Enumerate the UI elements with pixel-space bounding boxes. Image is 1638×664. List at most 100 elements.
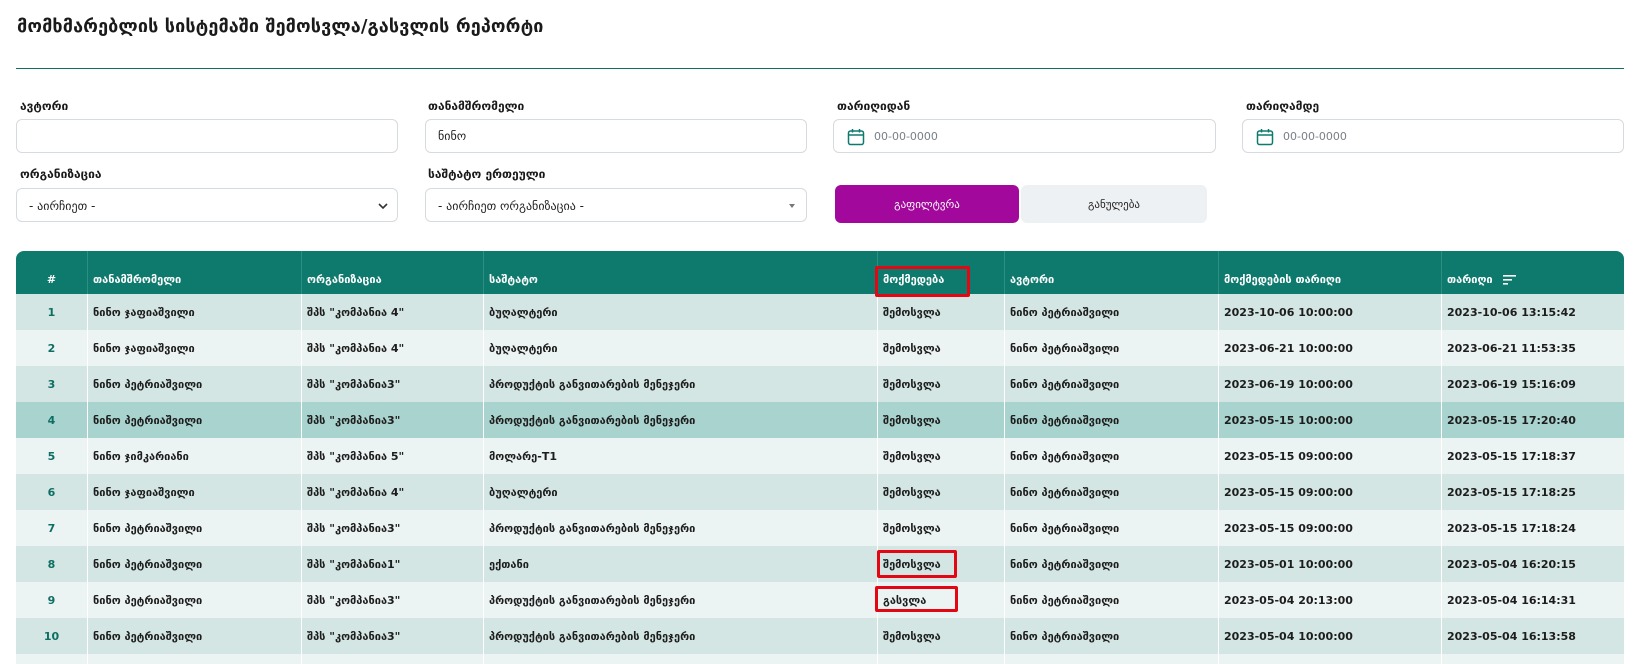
cell-action-date: 2023-06-21 10:00:00 <box>1219 330 1442 366</box>
cell-empty <box>1219 654 1442 664</box>
clear-button[interactable]: განულება <box>1021 185 1207 223</box>
cell-number: 1 <box>16 294 88 330</box>
cell-staff: პროდუქტის განვითარების მენეჯერი <box>484 510 878 546</box>
page-title: მომხმარებლის სისტემაში შემოსვლა/გასვლის … <box>17 16 544 37</box>
cell-author: ნინო პეტრიაშვილი <box>1005 402 1219 438</box>
cell-action-date: 2023-05-04 20:13:00 <box>1219 582 1442 618</box>
cell-empty <box>16 654 88 664</box>
cell-empty <box>878 654 1005 664</box>
employee-input[interactable] <box>425 119 807 153</box>
cell-employee: ნინო პეტრიაშვილი <box>88 366 302 402</box>
cell-date: 2023-06-21 11:53:35 <box>1442 330 1624 366</box>
cell-organization: შპს "კომპანია 4" <box>302 474 484 510</box>
table-row-hovered[interactable]: 4 ნინო პეტრიაშვილი შპს "კომპანია3" პროდუ… <box>16 402 1624 438</box>
organization-selected: - აირჩიეთ - <box>29 199 96 213</box>
table-row[interactable]: 3 ნინო პეტრიაშვილი შპს "კომპანია3" პროდუ… <box>16 366 1624 402</box>
cell-staff: პროდუქტის განვითარების მენეჯერი <box>484 618 878 654</box>
table-row[interactable]: 2 ნინო ჯაფიაშვილი შპს "კომპანია 4" ბუღალ… <box>16 330 1624 366</box>
cell-date: 2023-06-19 15:16:09 <box>1442 366 1624 402</box>
cell-organization: შპს "კომპანია3" <box>302 582 484 618</box>
date-from-field[interactable] <box>833 119 1216 153</box>
cell-author: ნინო პეტრიაშვილი <box>1005 582 1219 618</box>
cell-organization: შპს "კომპანია 4" <box>302 330 484 366</box>
cell-staff: პროდუქტის განვითარების მენეჯერი <box>484 582 878 618</box>
table-row[interactable]: 9 ნინო პეტრიაშვილი შპს "კომპანია3" პროდუ… <box>16 582 1624 618</box>
column-header-staff[interactable]: საშტატო <box>484 251 878 294</box>
date-to-input[interactable] <box>1283 126 1483 146</box>
author-label: ავტორი <box>20 99 69 113</box>
employee-label: თანამშრომელი <box>428 99 525 113</box>
cell-number: 8 <box>16 546 88 582</box>
table-row[interactable]: 8 ნინო პეტრიაშვილი შპს "კომპანია1" ექთან… <box>16 546 1624 582</box>
cell-number: 9 <box>16 582 88 618</box>
cell-action: შემოსვლა <box>878 510 1005 546</box>
organization-select[interactable]: - აირჩიეთ - <box>16 188 398 222</box>
date-to-field[interactable] <box>1242 119 1624 153</box>
cell-action: შემოსვლა <box>878 618 1005 654</box>
cell-number: 2 <box>16 330 88 366</box>
cell-action: შემოსვლა <box>878 330 1005 366</box>
column-header-author[interactable]: ავტორი <box>1005 251 1219 294</box>
column-header-action-date[interactable]: მოქმედების თარიღი <box>1219 251 1442 294</box>
filter-button[interactable]: გაფილტვრა <box>835 185 1019 223</box>
cell-organization: შპს "კომპანია 5" <box>302 438 484 474</box>
sort-descending-icon[interactable] <box>1502 275 1516 285</box>
login-report-table: # თანამშრომელი ორგანიზაცია საშტატო მოქმე… <box>16 251 1624 664</box>
table-row[interactable]: 6 ნინო ჯაფიაშვილი შპს "კომპანია 4" ბუღალ… <box>16 474 1624 510</box>
cell-action: შემოსვლა <box>878 366 1005 402</box>
cell-date: 2023-10-06 13:15:42 <box>1442 294 1624 330</box>
cell-date: 2023-05-15 17:20:40 <box>1442 402 1624 438</box>
column-header-employee[interactable]: თანამშრომელი <box>88 251 302 294</box>
column-header-action[interactable]: მოქმედება <box>878 251 1005 294</box>
cell-action-date: 2023-05-15 09:00:00 <box>1219 510 1442 546</box>
cell-action-date: 2023-05-15 10:00:00 <box>1219 402 1442 438</box>
cell-action-date: 2023-10-06 10:00:00 <box>1219 294 1442 330</box>
calendar-icon[interactable] <box>847 128 865 146</box>
cell-author: ნინო პეტრიაშვილი <box>1005 294 1219 330</box>
cell-date: 2023-05-15 17:18:24 <box>1442 510 1624 546</box>
cell-staff: მოლარე-T1 <box>484 438 878 474</box>
column-header-organization[interactable]: ორგანიზაცია <box>302 251 484 294</box>
cell-empty <box>88 654 302 664</box>
cell-employee: ნინო პეტრიაშვილი <box>88 618 302 654</box>
cell-action: შემოსვლა <box>878 474 1005 510</box>
cell-number: 3 <box>16 366 88 402</box>
column-header-date[interactable]: თარიღი <box>1442 251 1624 294</box>
cell-employee: ნინო პეტრიაშვილი <box>88 582 302 618</box>
cell-number: 4 <box>16 402 88 438</box>
table-row[interactable]: 7 ნინო პეტრიაშვილი შპს "კომპანია3" პროდუ… <box>16 510 1624 546</box>
calendar-icon[interactable] <box>1256 128 1274 146</box>
cell-date: 2023-05-04 16:14:31 <box>1442 582 1624 618</box>
cell-action-date: 2023-06-19 10:00:00 <box>1219 366 1442 402</box>
cell-action-date: 2023-05-15 09:00:00 <box>1219 474 1442 510</box>
cell-employee: ნინო ჯიმკარიანი <box>88 438 302 474</box>
column-header-date-label: თარიღი <box>1447 273 1493 286</box>
cell-organization: შპს "კომპანია1" <box>302 546 484 582</box>
cell-empty <box>1442 654 1624 664</box>
cell-date: 2023-05-04 16:20:15 <box>1442 546 1624 582</box>
cell-employee: ნინო ჯაფიაშვილი <box>88 474 302 510</box>
cell-staff: ბუღალტერი <box>484 474 878 510</box>
date-to-label: თარიღამდე <box>1246 99 1320 113</box>
cell-action-date: 2023-05-01 10:00:00 <box>1219 546 1442 582</box>
cell-empty <box>302 654 484 664</box>
cell-staff: პროდუქტის განვითარების მენეჯერი <box>484 366 878 402</box>
cell-staff: პროდუქტის განვითარების მენეჯერი <box>484 402 878 438</box>
date-from-input[interactable] <box>874 126 1074 146</box>
cell-employee: ნინო პეტრიაშვილი <box>88 402 302 438</box>
table-row[interactable]: 1 ნინო ჯაფიაშვილი შპს "კომპანია 4" ბუღალ… <box>16 294 1624 330</box>
cell-staff: ექთანი <box>484 546 878 582</box>
cell-author: ნინო პეტრიაშვილი <box>1005 510 1219 546</box>
cell-organization: შპს "კომპანია3" <box>302 510 484 546</box>
cell-date: 2023-05-04 16:13:58 <box>1442 618 1624 654</box>
author-input[interactable] <box>16 119 398 153</box>
cell-action: შემოსვლა <box>878 294 1005 330</box>
cell-organization: შპს "კომპანია 4" <box>302 294 484 330</box>
cell-action: შემოსვლა <box>878 438 1005 474</box>
table-row[interactable]: 10 ნინო პეტრიაშვილი შპს "კომპანია3" პროდ… <box>16 618 1624 654</box>
table-row[interactable]: 5 ნინო ჯიმკარიანი შპს "კომპანია 5" მოლარ… <box>16 438 1624 474</box>
organization-label: ორგანიზაცია <box>20 167 102 181</box>
cell-employee: ნინო პეტრიაშვილი <box>88 546 302 582</box>
cell-date: 2023-05-15 17:18:37 <box>1442 438 1624 474</box>
staff-unit-select[interactable]: - აირჩიეთ ორგანიზაცია - <box>425 188 807 222</box>
